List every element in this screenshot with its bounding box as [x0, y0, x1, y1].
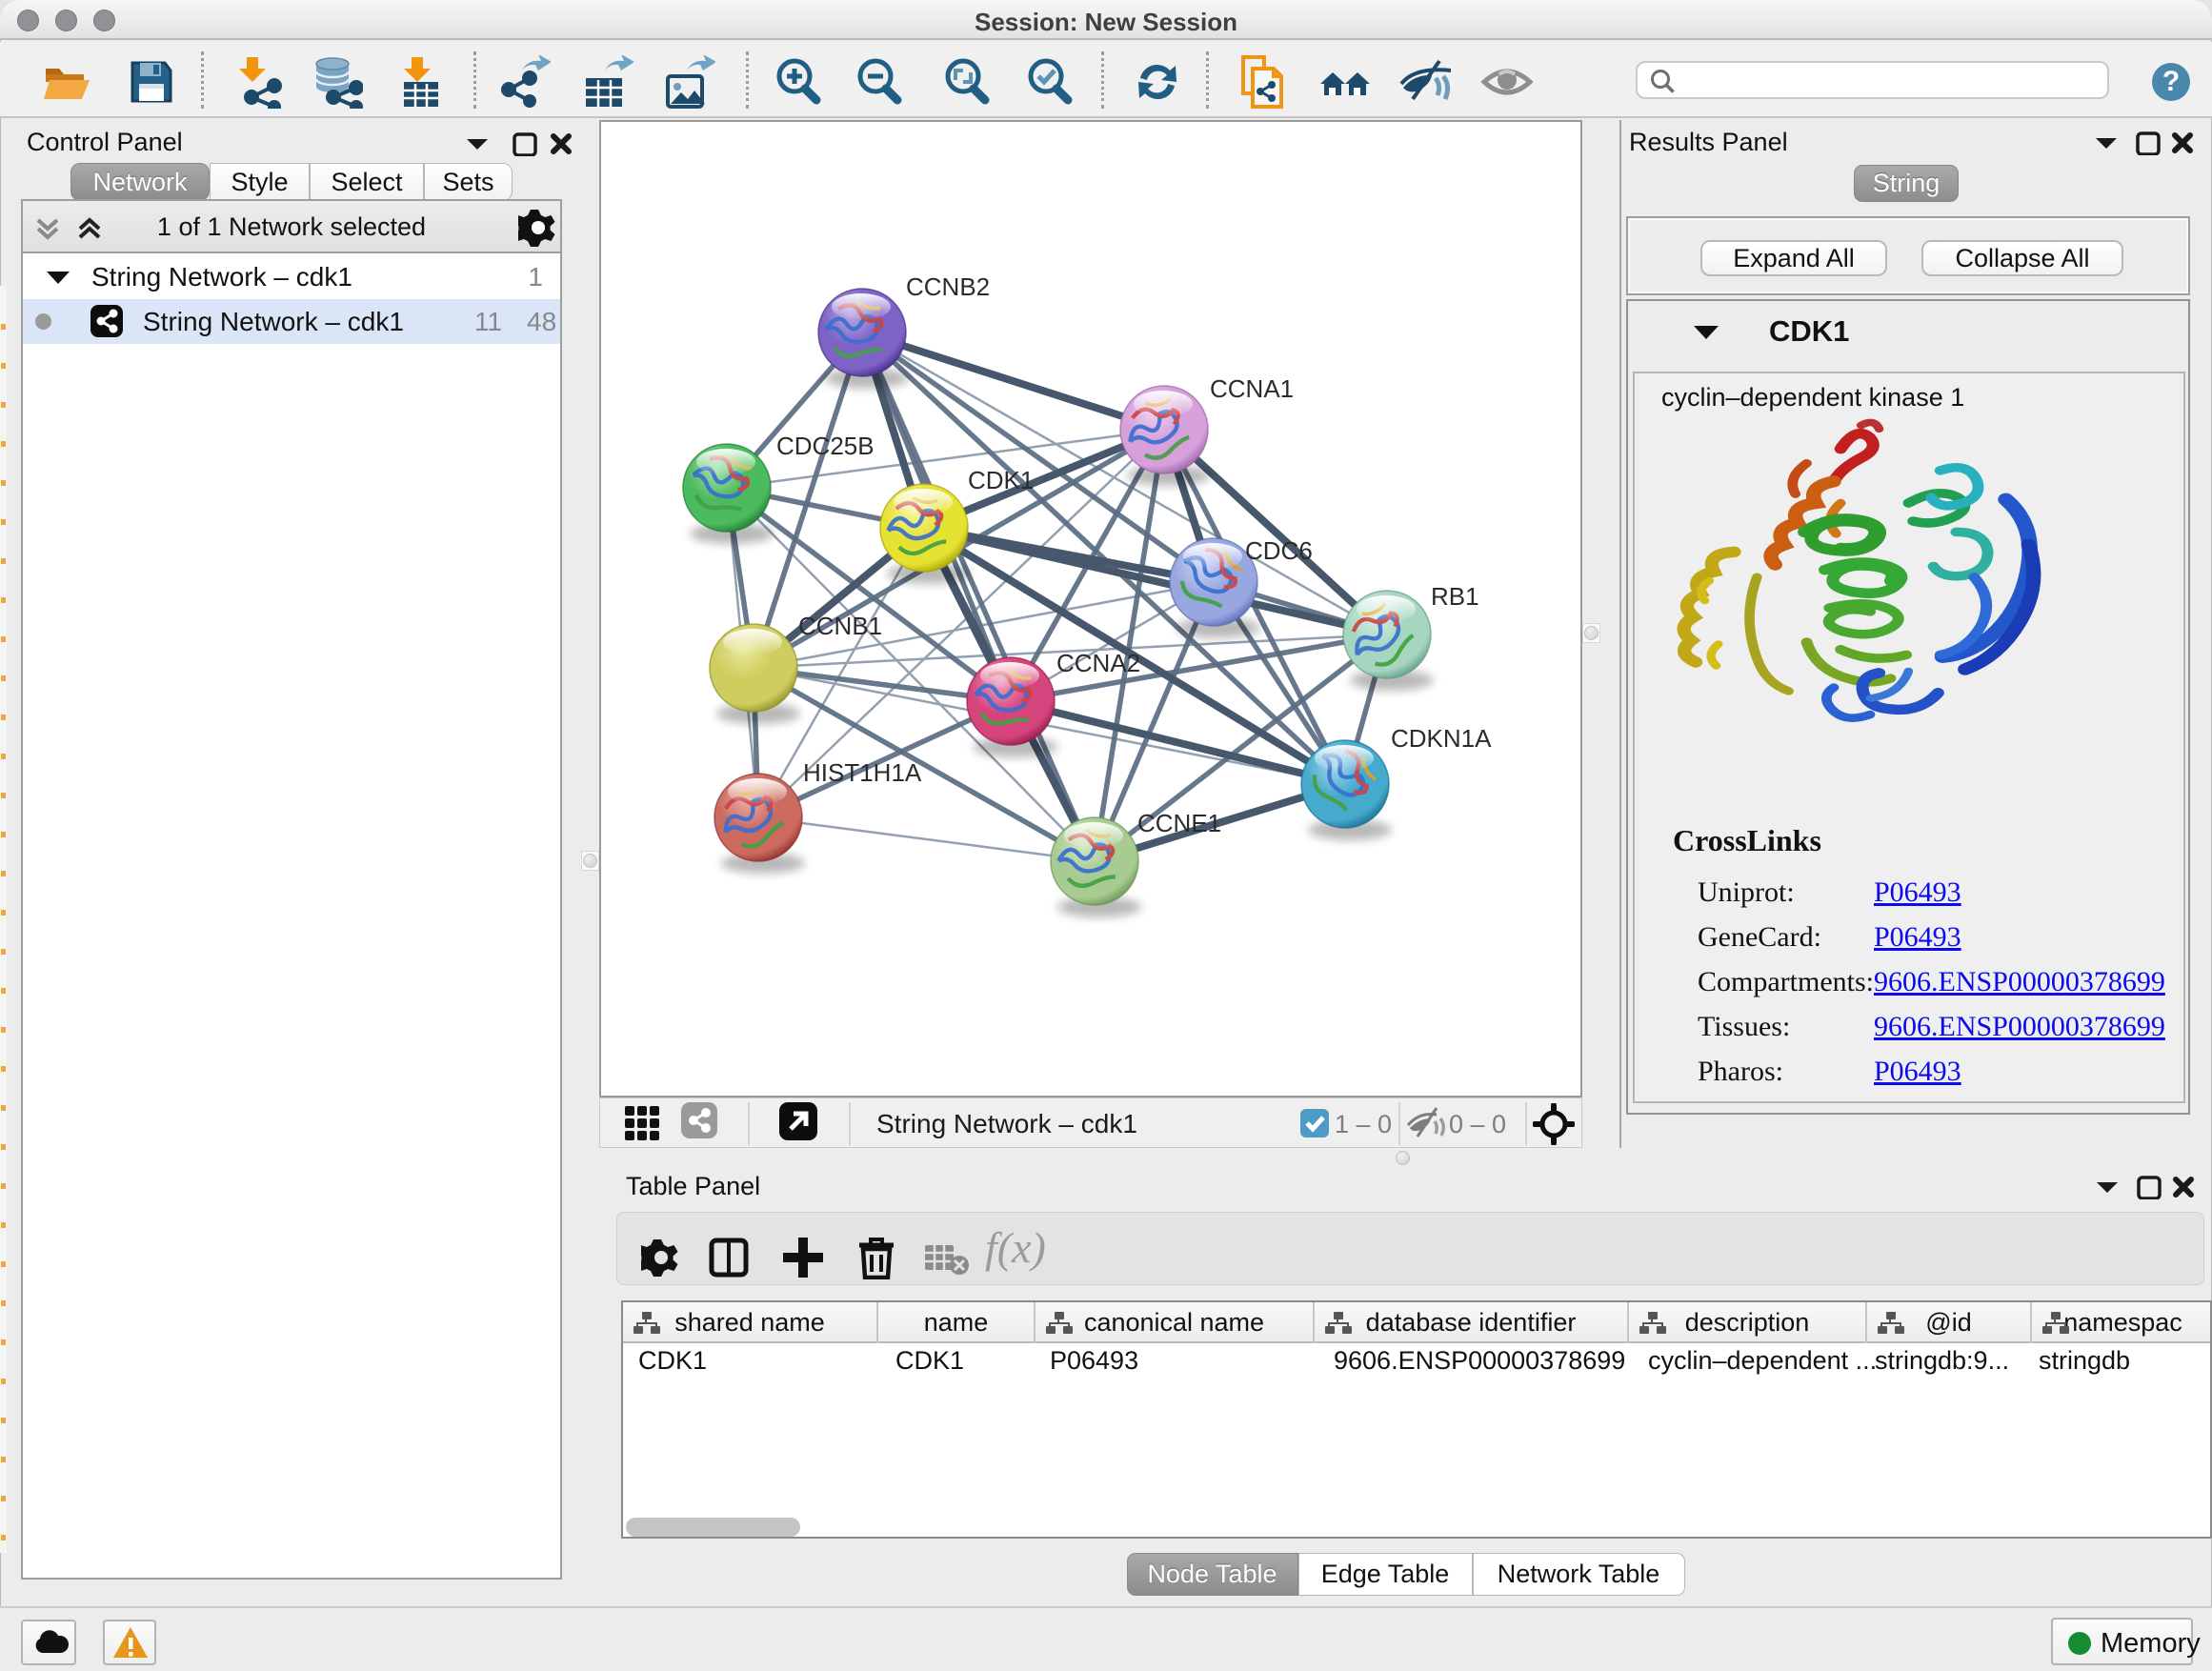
svg-text:CCNB2: CCNB2	[906, 272, 990, 301]
svg-text:CDKN1A: CDKN1A	[1391, 724, 1492, 753]
svg-text:CCNA1: CCNA1	[1210, 374, 1294, 403]
svg-text:CCNE1: CCNE1	[1137, 809, 1221, 837]
svg-text:CCNA2: CCNA2	[1056, 649, 1140, 677]
svg-text:HIST1H1A: HIST1H1A	[803, 758, 922, 787]
svg-text:RB1: RB1	[1431, 582, 1479, 611]
svg-text:CDC25B: CDC25B	[776, 432, 875, 460]
svg-text:CCNB1: CCNB1	[798, 612, 882, 640]
svg-text:CDK1: CDK1	[968, 466, 1034, 494]
svg-text:CDC6: CDC6	[1245, 536, 1313, 565]
